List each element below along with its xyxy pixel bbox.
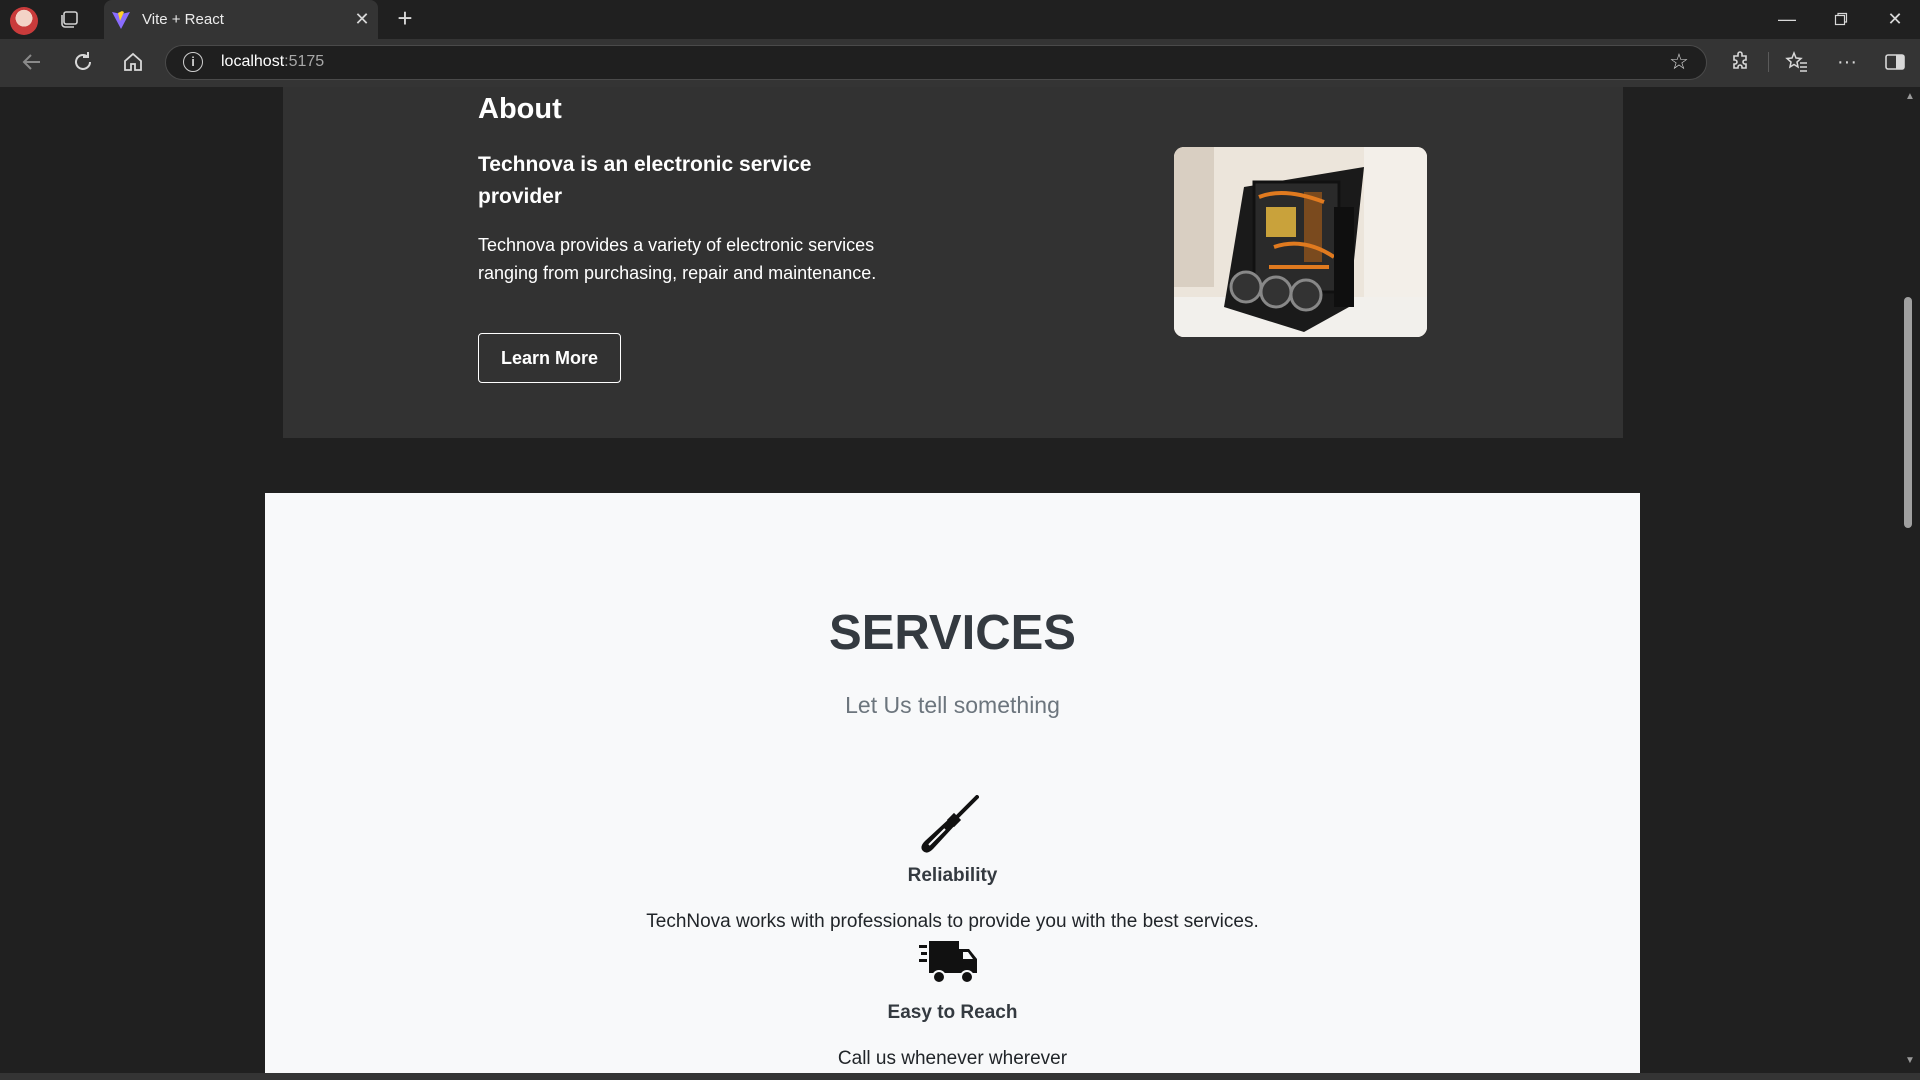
tab-title: Vite + React (142, 11, 224, 28)
url-text[interactable]: localhost:5175 (221, 53, 324, 71)
scroll-down-arrow-icon[interactable]: ▼ (1905, 1056, 1915, 1066)
plus-icon[interactable]: + (392, 5, 418, 32)
pc-build-image (1174, 147, 1427, 337)
extensions-icon[interactable] (1727, 49, 1755, 75)
feature-text-reliability: TechNova works with professionals to pro… (646, 911, 1259, 932)
services-section (265, 493, 1640, 1073)
about-heading: About (478, 93, 562, 125)
about-subheading: Technova is an electronic service provid… (478, 153, 812, 208)
star-icon[interactable]: ☆ (1666, 49, 1692, 75)
back-arrow-icon[interactable] (18, 50, 46, 76)
feature-title-reliability: Reliability (907, 865, 998, 886)
about-description: Technova provides a variety of electroni… (478, 235, 877, 283)
scrollbar-thumb[interactable] (1904, 297, 1912, 528)
url-port: :5175 (284, 53, 325, 70)
minimize-icon[interactable]: — (1772, 8, 1802, 30)
learn-more-button[interactable]: Learn More (478, 333, 621, 383)
restore-icon[interactable] (1826, 8, 1856, 30)
feature-title-easy-to-reach: Easy to Reach (887, 1002, 1018, 1023)
sidebar-icon[interactable] (1881, 49, 1909, 75)
toolbar-separator (1768, 52, 1769, 72)
url-host: localhost (221, 53, 285, 70)
address-bar[interactable] (165, 45, 1707, 80)
vite-favicon (111, 10, 131, 30)
profile-avatar[interactable] (10, 7, 38, 35)
scroll-up-arrow-icon[interactable]: ▲ (1905, 92, 1915, 102)
services-subtitle: Let Us tell something (845, 692, 1060, 718)
info-icon[interactable]: i (183, 52, 203, 72)
close-icon[interactable]: ✕ (352, 9, 372, 29)
refresh-icon[interactable] (69, 50, 97, 76)
favorites-icon[interactable] (1783, 49, 1811, 75)
page-scrollbar[interactable] (1900, 87, 1920, 1073)
window-bottom-edge (0, 1073, 1920, 1080)
screwdriver-icon (919, 795, 979, 855)
feature-text-easy-to-reach: Call us whenever wherever (837, 1048, 1068, 1069)
home-icon[interactable] (119, 50, 147, 76)
fast-truck-icon (919, 935, 979, 985)
window-close-icon[interactable]: ✕ (1880, 8, 1910, 30)
more-icon[interactable]: ··· (1833, 49, 1861, 75)
services-title: SERVICES (829, 606, 1076, 660)
tab-actions-icon[interactable] (58, 9, 82, 31)
